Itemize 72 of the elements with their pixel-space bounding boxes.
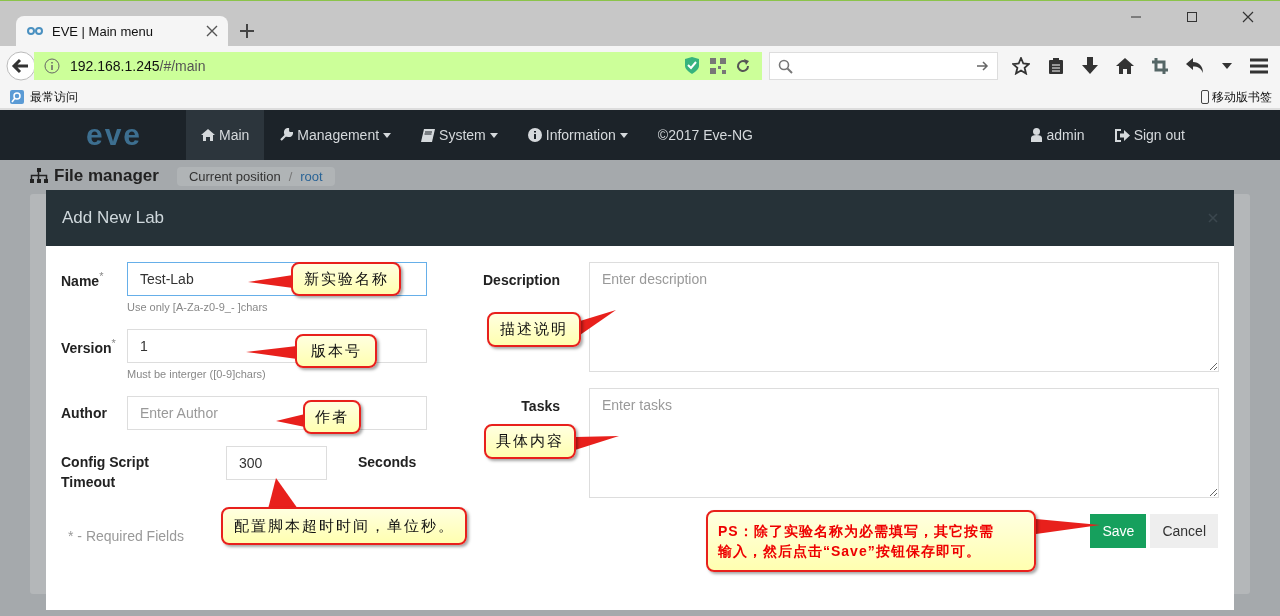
field-label: Config Script Timeout <box>61 453 150 492</box>
home-icon[interactable] <box>1116 58 1134 74</box>
help-text: Must be interger ([0-9]chars) <box>127 368 267 380</box>
text-area[interactable]: Enter description <box>589 262 1219 372</box>
input-field[interactable]: 300 <box>226 446 327 480</box>
breadcrumb-text: Current position <box>188 168 281 184</box>
callout: 描述说明 <box>487 312 581 347</box>
nav-item[interactable]: Management <box>264 110 407 160</box>
folder-search-icon <box>10 90 24 104</box>
bookmark-item[interactable]: 最常访问 <box>10 88 78 106</box>
callout: 作者 <box>303 400 361 434</box>
clipboard-icon[interactable] <box>1048 57 1064 75</box>
download-icon[interactable] <box>1082 57 1098 75</box>
cancel-button[interactable]: Cancel <box>1150 514 1218 548</box>
callout: 具体内容 <box>484 424 576 459</box>
home-icon <box>201 129 215 141</box>
search-icon <box>778 58 793 74</box>
star-icon[interactable] <box>1012 57 1030 75</box>
help-text: Use only [A-Za-z0-9_- ]chars <box>127 301 269 313</box>
callout: 配置脚本超时时间，单位秒。 <box>221 507 467 545</box>
callout: 新实验名称 <box>291 262 401 296</box>
page-title: File manager <box>54 166 159 186</box>
info-icon[interactable] <box>44 58 60 74</box>
search-field[interactable] <box>769 52 998 80</box>
callout-pointer <box>575 436 619 450</box>
wrench-icon <box>279 128 294 142</box>
field-label: Description <box>482 271 560 288</box>
browser-tab[interactable]: EVE | Main menu <box>16 16 228 46</box>
mobile-bookmarks[interactable]: 移动版书签 <box>1201 88 1272 106</box>
qr-code-icon[interactable] <box>710 58 726 74</box>
callout: PS：除了实验名称为必需填写，其它按需输入，然后点击“Save”按钮保存即可。 <box>706 510 1036 572</box>
sign-out-icon <box>1114 128 1130 142</box>
arrow-icon[interactable] <box>977 60 989 72</box>
close-icon[interactable] <box>206 25 218 37</box>
logo-icon <box>26 26 44 36</box>
caret-icon <box>489 132 498 138</box>
caret-icon[interactable] <box>1222 63 1232 69</box>
shield-icon[interactable] <box>684 57 700 75</box>
caret-icon <box>619 132 628 138</box>
maximize-icon[interactable] <box>1186 11 1198 23</box>
back-icon[interactable] <box>6 51 36 81</box>
nav-item[interactable]: System <box>406 110 513 160</box>
phone-icon <box>1201 90 1209 104</box>
required-note: * - Required Fields <box>68 527 184 544</box>
undo-icon[interactable] <box>1186 58 1204 74</box>
text-area[interactable]: Enter tasks <box>589 388 1219 498</box>
address-bar[interactable]: 192.168.1.245/#/main <box>34 52 762 80</box>
nav-item[interactable]: Information <box>512 110 643 160</box>
sign-out-link[interactable]: Sign out <box>1099 110 1200 160</box>
field-label: Name$^{*}$ <box>61 269 105 289</box>
caret-icon <box>383 132 392 138</box>
unit-label: Seconds <box>358 453 417 470</box>
callout: 版本号 <box>295 334 377 368</box>
close-icon[interactable] <box>1242 11 1254 23</box>
copyright-text: ©2017 Eve-NG <box>656 127 754 143</box>
callout-pointer <box>248 275 293 288</box>
menu-icon[interactable] <box>1250 58 1268 74</box>
user-link[interactable]: admin <box>1016 110 1100 160</box>
info-icon <box>527 128 542 142</box>
user-icon <box>1031 128 1043 142</box>
new-tab-icon[interactable] <box>240 24 254 38</box>
reload-icon[interactable] <box>736 59 750 73</box>
dialog-title: Add New Lab <box>62 208 165 228</box>
field-label: Version$^{*}$ <box>61 336 117 356</box>
nav-item[interactable]: Main <box>186 110 265 160</box>
callout-pointer <box>580 310 616 335</box>
field-label: Author <box>61 405 108 421</box>
breadcrumb-separator: / <box>288 168 293 184</box>
field-label: Tasks <box>520 397 560 414</box>
book-icon <box>421 128 436 142</box>
crop-icon[interactable] <box>1152 58 1168 74</box>
sitemap-icon <box>30 168 48 184</box>
